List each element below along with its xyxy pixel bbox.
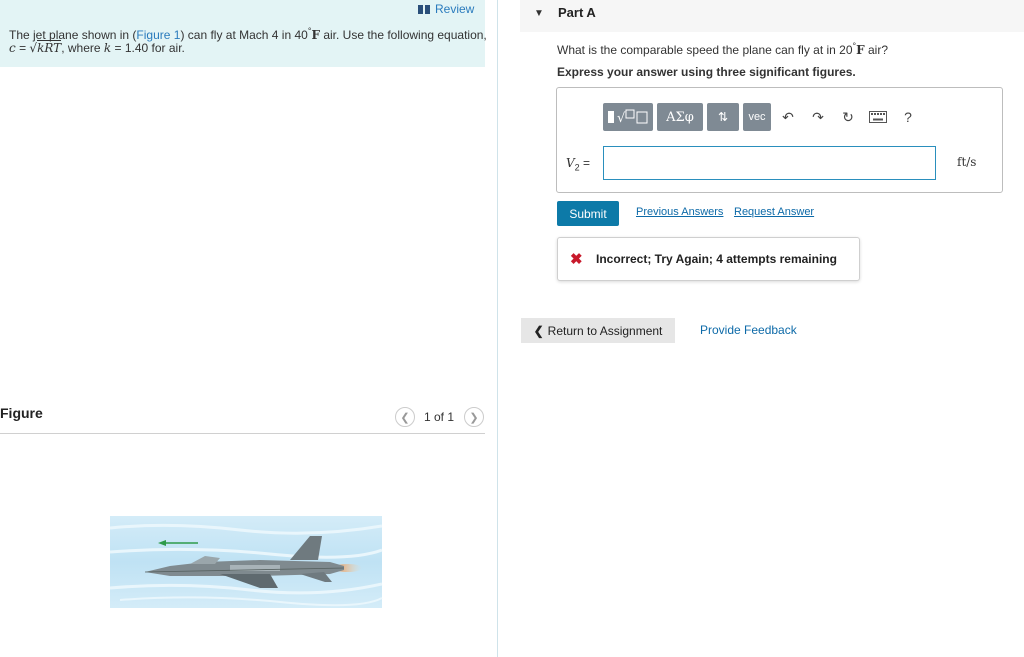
figure-divider <box>0 433 485 434</box>
fahrenheit-symbol: F <box>856 43 865 57</box>
redo-icon[interactable]: ↷ <box>805 103 831 131</box>
intro-text: = 1.40 for air. <box>111 41 185 55</box>
var-c: c <box>9 41 16 55</box>
request-answer-link[interactable]: Request Answer <box>734 206 814 218</box>
x-icon: ✖ <box>570 251 583 268</box>
answer-variable-label: V2 = <box>566 156 590 172</box>
var-V: V <box>566 156 575 170</box>
figure-link[interactable]: Figure 1 <box>136 28 180 42</box>
figure-pager-text: 1 of 1 <box>424 410 455 424</box>
instruction-text: Express your answer using three signific… <box>557 65 856 79</box>
question-text: What is the comparable speed the plane c… <box>557 41 888 57</box>
undo-icon[interactable]: ↶ <box>775 103 801 131</box>
intro-text: ) can fly at Mach 4 in 40 <box>180 28 308 42</box>
intro-text: , where <box>61 41 104 55</box>
math-toolbar: √ ΑΣφ ⇅ vec ↶ ↷ ↻ ? <box>603 102 921 132</box>
provide-feedback-link[interactable]: Provide Feedback <box>700 323 797 337</box>
intro-text: The jet plane shown in ( <box>9 28 137 42</box>
part-a-label: Part A <box>558 5 596 20</box>
chevron-left-icon: ❮ <box>533 323 544 338</box>
problem-statement-line2: c = √kRT, where k = 1.40 for air. <box>9 40 185 55</box>
sqrt-content: kRT <box>37 40 62 55</box>
arrows-button[interactable]: ⇅ <box>707 103 739 131</box>
templates-button[interactable]: √ <box>603 103 653 131</box>
sqrt-icon: √ <box>29 41 38 55</box>
greek-symbols-button[interactable]: ΑΣφ <box>657 103 703 131</box>
return-label: Return to Assignment <box>547 323 663 338</box>
jet-plane-illustration <box>109 516 383 608</box>
chevron-left-icon[interactable]: ❮ <box>395 407 415 427</box>
vector-button[interactable]: vec <box>743 103 771 131</box>
help-icon[interactable]: ? <box>895 103 921 131</box>
chevron-right-icon[interactable]: ❯ <box>464 407 484 427</box>
result-message: Incorrect; Try Again; 4 attempts remaini… <box>596 252 837 266</box>
reset-icon[interactable]: ↻ <box>835 103 861 131</box>
return-to-assignment-button[interactable]: ❮ Return to Assignment <box>521 318 675 343</box>
caret-down-icon[interactable]: ▼ <box>534 8 544 19</box>
keyboard-icon[interactable] <box>865 103 891 131</box>
unit-label: ft/s <box>957 155 977 169</box>
equals: = <box>15 41 30 55</box>
figure-title: Figure <box>0 405 43 421</box>
previous-answers-link[interactable]: Previous Answers <box>636 206 723 218</box>
problem-statement-line1: The jet plane shown in (Figure 1) can fl… <box>9 26 487 42</box>
svg-text:√: √ <box>617 111 626 126</box>
panel-divider <box>497 0 498 657</box>
equals: = <box>579 156 591 170</box>
jet-plane-figure <box>109 510 385 615</box>
fahrenheit-symbol: F <box>311 28 320 42</box>
review-label: Review <box>435 2 475 16</box>
templates-icon: √ <box>608 109 648 126</box>
book-icon <box>418 4 430 14</box>
intro-text: air. Use the following equation, <box>319 28 487 42</box>
question-text-a: What is the comparable speed the plane c… <box>557 43 853 57</box>
keyboard-svg <box>869 111 887 123</box>
review-link[interactable]: Review <box>418 2 474 16</box>
answer-input[interactable] <box>603 146 936 180</box>
submit-button[interactable]: Submit <box>557 201 619 226</box>
question-text-b: air? <box>864 43 888 57</box>
